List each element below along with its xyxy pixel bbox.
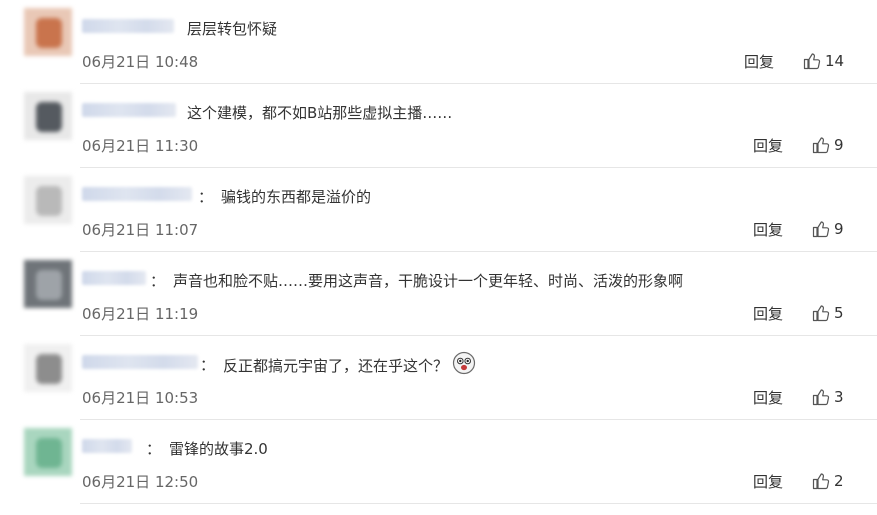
colon-separator: ： bbox=[200, 356, 216, 374]
username-blurred[interactable] bbox=[82, 103, 176, 117]
like-count: 14 bbox=[825, 52, 845, 70]
reply-button[interactable]: 回复 bbox=[744, 51, 774, 72]
comment-text: 这个建模，都不如B站那些虚拟主播…… bbox=[187, 104, 453, 122]
thumbs-up-icon bbox=[812, 388, 830, 406]
comment-item: ： 反正都搞元宇宙了，还在乎这个？ 06月21日 10:53 回复 3 bbox=[0, 336, 877, 420]
comment-time: 06月21日 11:19 bbox=[82, 305, 199, 323]
comment-time: 06月21日 11:30 bbox=[82, 137, 199, 155]
comment-text: 反正都搞元宇宙了，还在乎这个？ bbox=[223, 351, 476, 379]
like-button[interactable]: 9 bbox=[812, 220, 844, 238]
comment-item: ： 骗钱的东西都是溢价的 06月21日 11:07 回复 9 bbox=[0, 168, 877, 252]
avatar[interactable] bbox=[24, 92, 72, 140]
like-button[interactable]: 5 bbox=[812, 304, 844, 322]
thumbs-up-icon bbox=[812, 136, 830, 154]
comment-time: 06月21日 12:50 bbox=[82, 473, 199, 491]
comment-text: 声音也和脸不贴……要用这声音，干脆设计一个更年轻、时尚、活泼的形象啊 bbox=[173, 272, 684, 290]
comment-text: 层层转包怀疑 bbox=[187, 20, 278, 38]
comment-time: 06月21日 10:53 bbox=[82, 389, 199, 407]
reply-button[interactable]: 回复 bbox=[753, 135, 783, 156]
avatar[interactable] bbox=[24, 344, 72, 392]
comment-text: 雷锋的故事2.0 bbox=[169, 440, 268, 458]
thumbs-up-icon bbox=[812, 220, 830, 238]
avatar[interactable] bbox=[24, 260, 72, 308]
like-count: 9 bbox=[834, 220, 844, 238]
comment-time: 06月21日 10:48 bbox=[82, 53, 199, 71]
thumbs-up-icon bbox=[812, 472, 830, 490]
reply-button[interactable]: 回复 bbox=[753, 471, 783, 492]
like-button[interactable]: 14 bbox=[803, 52, 844, 70]
like-count: 5 bbox=[834, 304, 844, 322]
username-blurred[interactable] bbox=[82, 271, 146, 285]
comment-item: 层层转包怀疑 06月21日 10:48 回复 14 bbox=[0, 0, 877, 84]
avatar[interactable] bbox=[24, 176, 72, 224]
dizzy-face-emoji-icon bbox=[452, 351, 476, 379]
like-button[interactable]: 2 bbox=[812, 472, 844, 490]
like-count: 9 bbox=[834, 136, 844, 154]
colon-separator: ： bbox=[146, 440, 162, 458]
comment-text-body: 反正都搞元宇宙了，还在乎这个？ bbox=[223, 357, 449, 375]
avatar[interactable] bbox=[24, 8, 72, 56]
like-count: 3 bbox=[834, 388, 844, 406]
avatar[interactable] bbox=[24, 428, 72, 476]
thumbs-up-icon bbox=[803, 52, 821, 70]
like-button[interactable]: 3 bbox=[812, 388, 844, 406]
comment-item: 这个建模，都不如B站那些虚拟主播…… 06月21日 11:30 回复 9 bbox=[0, 84, 877, 168]
reply-button[interactable]: 回复 bbox=[753, 303, 783, 324]
username-blurred[interactable] bbox=[82, 187, 192, 201]
comment-item: ： 雷锋的故事2.0 06月21日 12:50 回复 2 bbox=[0, 420, 877, 504]
like-count: 2 bbox=[834, 472, 844, 490]
username-blurred[interactable] bbox=[82, 355, 198, 369]
divider bbox=[80, 503, 877, 504]
comment-item: ： 声音也和脸不贴……要用这声音，干脆设计一个更年轻、时尚、活泼的形象啊 06月… bbox=[0, 252, 877, 336]
colon-separator: ： bbox=[198, 188, 214, 206]
colon-separator: ： bbox=[150, 272, 166, 290]
reply-button[interactable]: 回复 bbox=[753, 219, 783, 240]
comment-list: 层层转包怀疑 06月21日 10:48 回复 14 这个建模，都不如B站那些虚拟… bbox=[0, 0, 877, 515]
thumbs-up-icon bbox=[812, 304, 830, 322]
comment-time: 06月21日 11:07 bbox=[82, 221, 199, 239]
username-blurred[interactable] bbox=[82, 19, 174, 33]
comment-text: 骗钱的东西都是溢价的 bbox=[221, 188, 372, 206]
reply-button[interactable]: 回复 bbox=[753, 387, 783, 408]
like-button[interactable]: 9 bbox=[812, 136, 844, 154]
username-blurred[interactable] bbox=[82, 439, 132, 453]
